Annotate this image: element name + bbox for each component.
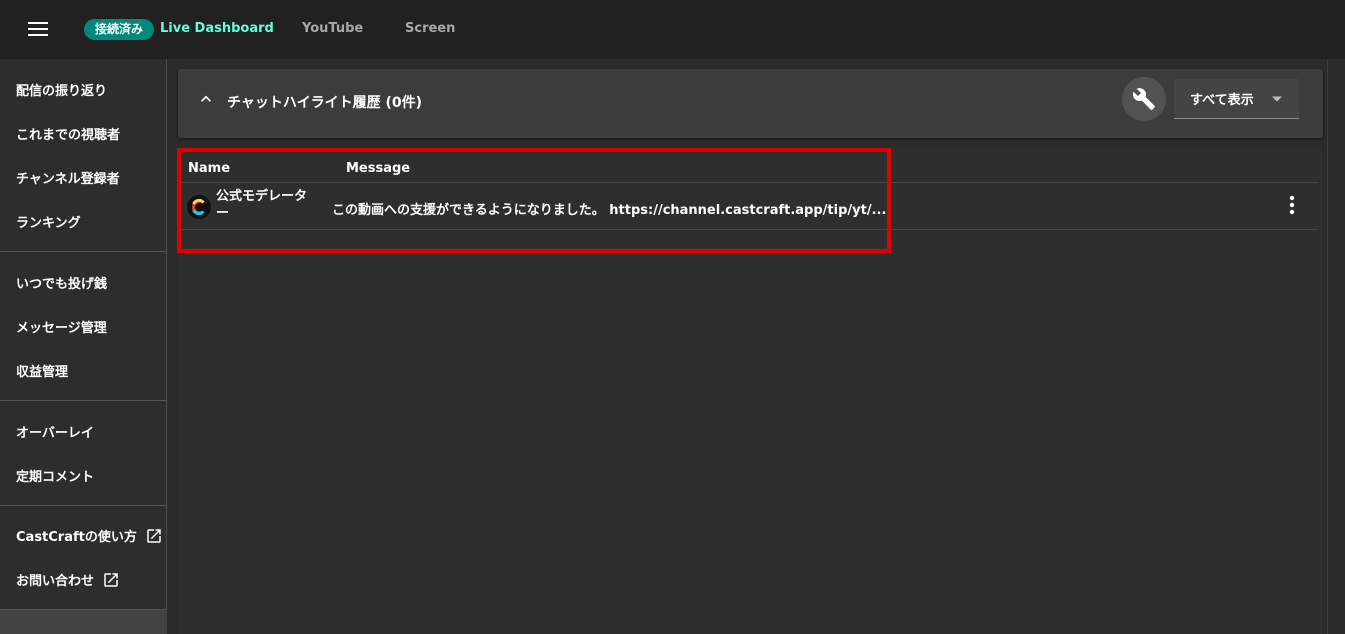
sidebar-item-label: オーバーレイ [16, 426, 94, 441]
sidebar-item-label: メッセージ管理 [16, 321, 107, 336]
sidebar-item-scheduled-comments[interactable]: 定期コメント [16, 466, 94, 485]
top-app-bar: 接続済み Live Dashboard YouTube Screen [0, 0, 1345, 59]
sidebar-item-label: チャンネル登録者 [16, 172, 120, 187]
sidebar-item-tipping[interactable]: いつでも投げ銭 [16, 273, 107, 292]
sidebar-footer [0, 610, 167, 634]
column-header-name: Name [188, 161, 231, 176]
tab-live-dashboard[interactable]: Live Dashboard [160, 21, 274, 36]
sidebar-item-label: CastCraftの使い方 [16, 530, 137, 545]
sidebar-divider [0, 251, 167, 252]
row-divider [178, 229, 1318, 230]
sidebar-item-message-management[interactable]: メッセージ管理 [16, 317, 107, 336]
sidebar-item-label: 定期コメント [16, 470, 95, 485]
filter-select-value: すべて表示 [1190, 93, 1254, 108]
row-name: 公式モデレーター [216, 189, 308, 221]
sidebar-item-label: いつでも投げ銭 [16, 277, 108, 292]
more-vert-icon[interactable] [1286, 193, 1298, 217]
sidebar-item-subscribers[interactable]: チャンネル登録者 [16, 168, 120, 187]
chat-highlight-panel-header: チャットハイライト履歴 (0件) すべて表示 [178, 69, 1323, 138]
caret-down-icon [1272, 96, 1282, 102]
tab-youtube[interactable]: YouTube [302, 21, 363, 36]
avatar[interactable] [187, 195, 211, 219]
scrollbar-track[interactable] [1327, 59, 1345, 634]
sidebar-item-stream-review[interactable]: 配信の振り返り [16, 80, 107, 99]
main-content: チャットハイライト履歴 (0件) すべて表示 Name Message 公式モデ… [168, 59, 1345, 634]
sidebar-item-ranking[interactable]: ランキング [16, 212, 81, 231]
header-divider [178, 182, 1318, 183]
sidebar-item-label: 配信の振り返り [16, 84, 108, 99]
menu-icon[interactable] [20, 17, 56, 41]
sidebar-item-revenue-management[interactable]: 収益管理 [16, 361, 68, 380]
tab-screen[interactable]: Screen [405, 21, 455, 36]
sidebar-item-overlay[interactable]: オーバーレイ [16, 422, 94, 441]
sidebar-item-label: 収益管理 [16, 365, 69, 380]
chevron-up-icon[interactable] [196, 89, 216, 109]
filter-select[interactable]: すべて表示 [1174, 79, 1299, 119]
external-link-icon [147, 528, 161, 543]
sidebar-item-label: お問い合わせ [16, 574, 95, 589]
sidebar-item-label: ランキング [16, 216, 81, 231]
sidebar-divider [0, 505, 167, 506]
status-badge: 接続済み [84, 19, 155, 40]
panel-title: チャットハイライト履歴 (0件) [227, 95, 422, 111]
sidebar: 配信の振り返り これまでの視聴者 チャンネル登録者 ランキング いつでも投げ銭 … [0, 59, 167, 634]
sidebar-item-contact[interactable]: お問い合わせ [16, 570, 120, 589]
sidebar-item-how-to-use[interactable]: CastCraftの使い方 [16, 526, 163, 545]
external-link-icon [104, 572, 118, 587]
sidebar-item-label: これまでの視聴者 [16, 128, 121, 143]
sidebar-divider [0, 400, 167, 401]
row-message: この動画への支援ができるようになりました。 https://channel.ca… [332, 203, 887, 218]
chat-highlight-table: Name Message 公式モデレーター この動画への支援ができるようになりま… [178, 149, 1323, 634]
sidebar-item-past-viewers[interactable]: これまでの視聴者 [16, 124, 120, 143]
column-header-message: Message [346, 161, 411, 176]
wrench-icon[interactable] [1122, 77, 1166, 121]
